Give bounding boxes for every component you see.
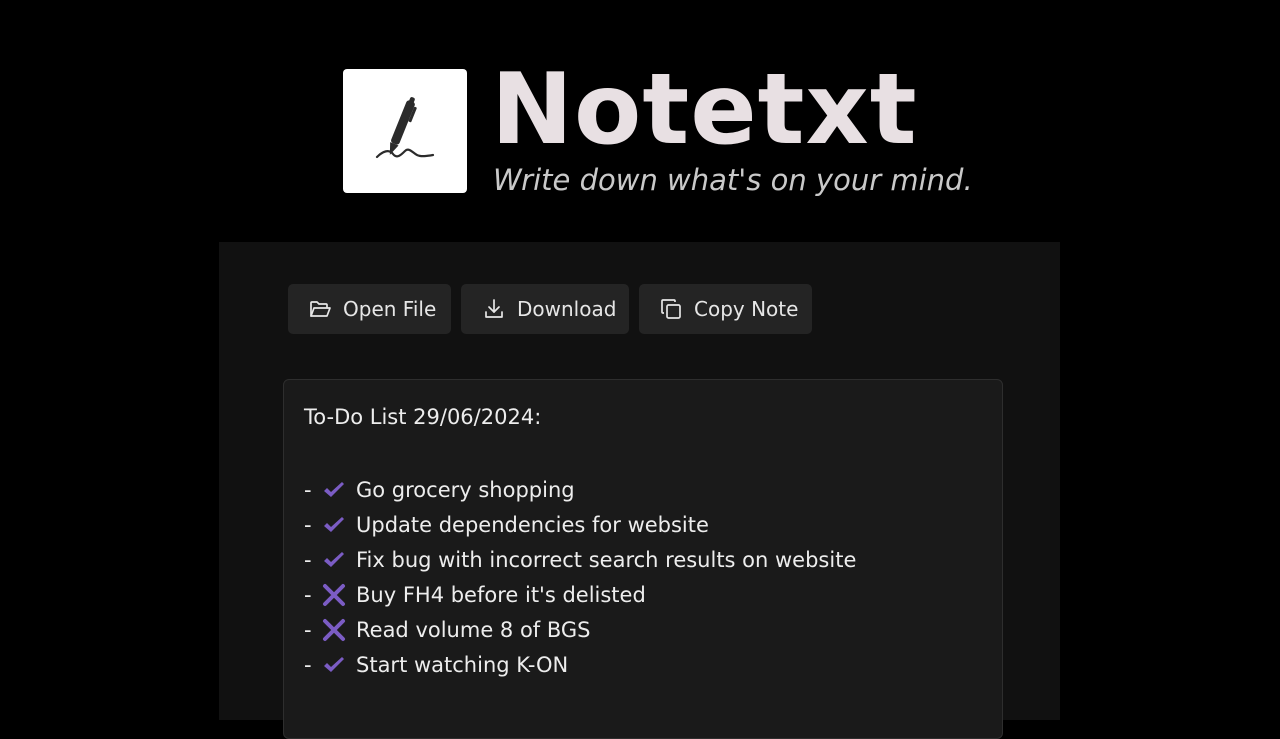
list-item-text: Buy FH4 before it's delisted bbox=[356, 582, 646, 607]
check-mark-icon bbox=[322, 655, 356, 675]
list-item-text: Go grocery shopping bbox=[356, 477, 575, 502]
app-title: Notetxt bbox=[491, 53, 918, 167]
app-tagline: Write down what's on your mind. bbox=[493, 163, 973, 197]
list-dash: - bbox=[304, 582, 312, 607]
copy-note-button[interactable]: Copy Note bbox=[639, 284, 812, 334]
list-dash: - bbox=[304, 512, 312, 537]
folder-open-icon bbox=[308, 297, 332, 321]
list-item: - Read volume 8 of BGS bbox=[304, 612, 982, 647]
list-item-text: Read volume 8 of BGS bbox=[356, 617, 591, 642]
cross-mark-icon bbox=[322, 618, 356, 642]
download-label: Download bbox=[517, 297, 617, 321]
pen-signature-icon bbox=[375, 97, 435, 159]
list-item-text: Start watching K-ON bbox=[356, 652, 569, 677]
toolbar: Open File Download Copy Note bbox=[288, 284, 812, 334]
app-logo bbox=[343, 69, 467, 193]
list-dash: - bbox=[304, 617, 312, 642]
list-dash: - bbox=[304, 477, 312, 502]
list-item-text: Update dependencies for website bbox=[356, 512, 709, 537]
main-panel: Open File Download Copy Note To-Do List … bbox=[219, 242, 1060, 739]
cross-mark-icon bbox=[322, 583, 356, 607]
list-dash: - bbox=[304, 652, 312, 677]
list-item: - Fix bug with incorrect search results … bbox=[304, 542, 982, 577]
check-mark-icon bbox=[322, 480, 356, 500]
note-title: To-Do List 29/06/2024: bbox=[304, 405, 542, 429]
check-mark-icon bbox=[322, 550, 356, 570]
note-editor[interactable]: To-Do List 29/06/2024: - Go grocery shop… bbox=[283, 379, 1003, 739]
app-header: Notetxt Write down what's on your mind. bbox=[343, 61, 1043, 199]
list-dash: - bbox=[304, 547, 312, 572]
check-mark-icon bbox=[322, 515, 356, 535]
open-file-button[interactable]: Open File bbox=[288, 284, 451, 334]
list-item: - Go grocery shopping bbox=[304, 472, 982, 507]
list-item: - Update dependencies for website bbox=[304, 507, 982, 542]
download-button[interactable]: Download bbox=[461, 284, 629, 334]
copy-note-label: Copy Note bbox=[694, 297, 799, 321]
copy-icon bbox=[659, 297, 683, 321]
list-item: - Start watching K-ON bbox=[304, 647, 982, 682]
list-item-text: Fix bug with incorrect search results on… bbox=[356, 547, 857, 572]
open-file-label: Open File bbox=[343, 297, 437, 321]
list-item: - Buy FH4 before it's delisted bbox=[304, 577, 982, 612]
download-icon bbox=[482, 297, 506, 321]
